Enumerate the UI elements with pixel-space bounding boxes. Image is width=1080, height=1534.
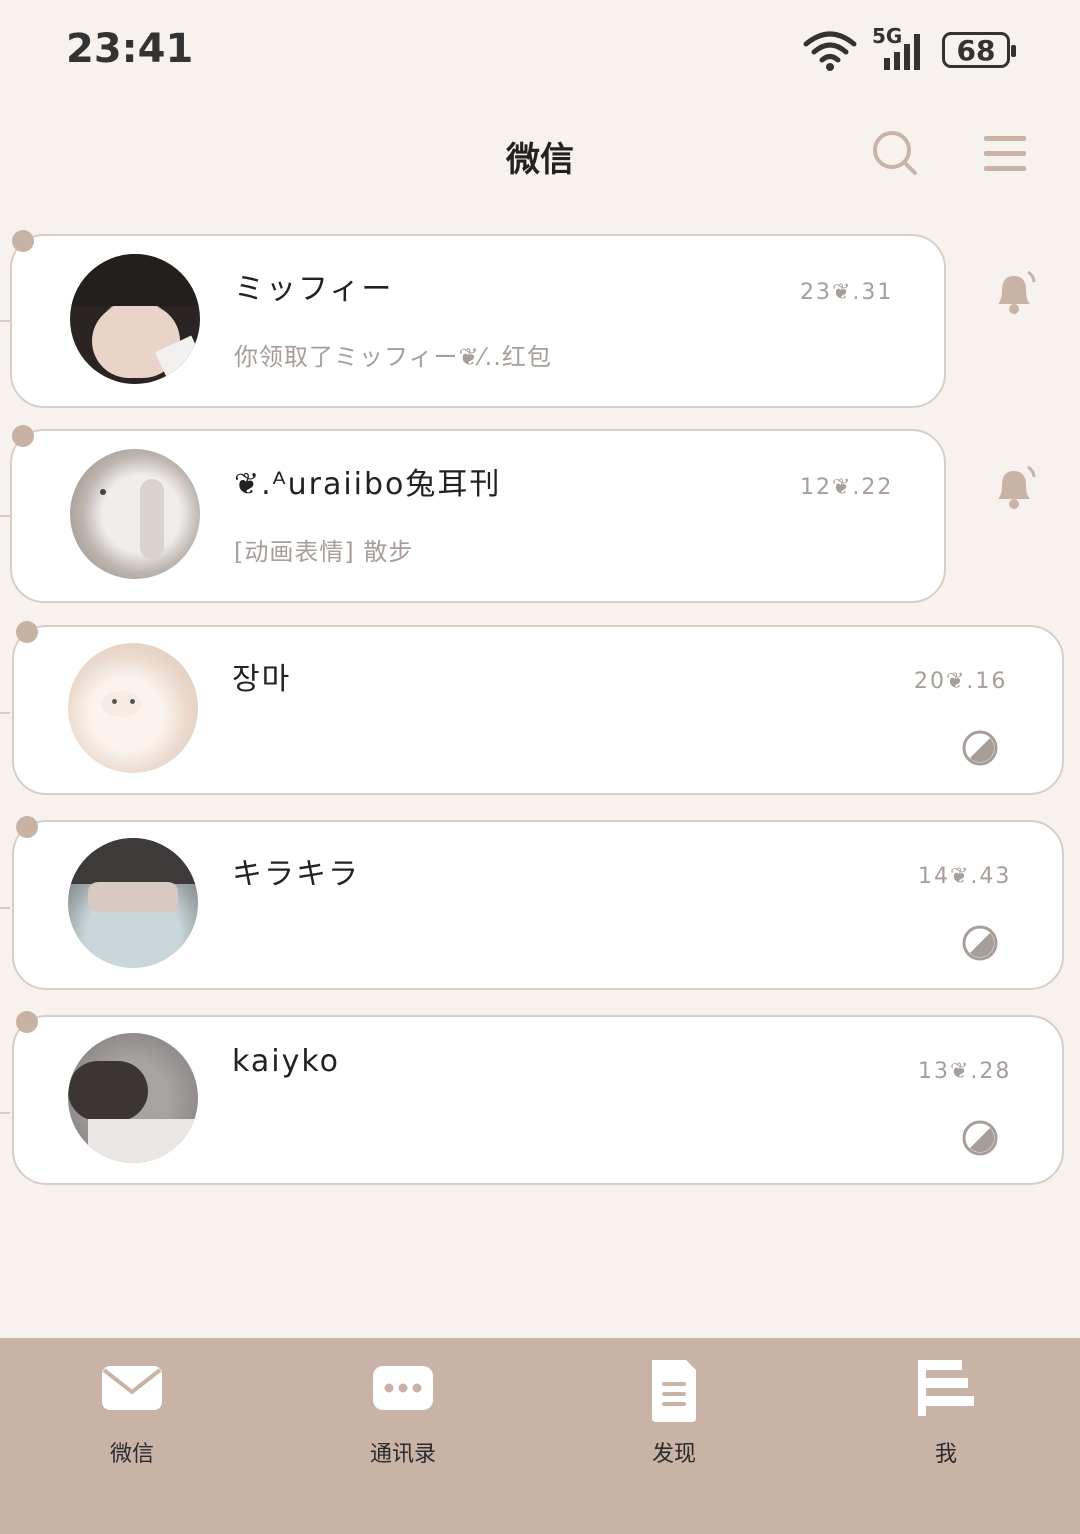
- chat-time: 23❦.31: [800, 280, 894, 305]
- connector-dot: [12, 230, 34, 252]
- bottom-nav: 微信 通讯录 发现 我: [0, 1338, 1080, 1534]
- read-receipt-icon: [962, 730, 998, 766]
- nav-item-discover[interactable]: 发现: [574, 1338, 774, 1534]
- nav-label: 微信: [109, 1442, 154, 1467]
- nav-item-contacts[interactable]: 通讯录: [303, 1338, 503, 1534]
- nav-label: 我: [934, 1442, 957, 1467]
- page-title: 微信: [506, 140, 574, 180]
- nav-item-me[interactable]: 我: [846, 1338, 1046, 1534]
- chat-time: 13❦.28: [918, 1059, 1012, 1084]
- chat-time: 14❦.43: [918, 864, 1012, 889]
- battery-level: 68: [956, 33, 996, 67]
- read-receipt-icon: [962, 1120, 998, 1156]
- nav-item-wechat[interactable]: 微信: [32, 1338, 232, 1534]
- menu-icon[interactable]: [984, 134, 1026, 174]
- chat-dots-icon: [373, 1366, 433, 1410]
- status-bar: 23:41 5G 68: [0, 0, 1080, 100]
- connector-dot: [16, 1011, 38, 1033]
- chat-last-message: 你领取了ミッフィー❦⁄..红包: [234, 343, 552, 371]
- avatar[interactable]: [70, 449, 200, 579]
- wifi-icon: [803, 31, 857, 71]
- read-receipt-icon: [962, 925, 998, 961]
- chat-name: 장마: [232, 662, 292, 697]
- connector-tick: [0, 712, 10, 714]
- connector-dot: [16, 816, 38, 838]
- document-icon: [652, 1360, 696, 1422]
- avatar[interactable]: [68, 1033, 198, 1163]
- signal-icon: 5G: [872, 24, 928, 72]
- connector-dot: [16, 621, 38, 643]
- flag-icon: [918, 1360, 974, 1416]
- connector-tick: [0, 1112, 10, 1114]
- chat-name: キラキラ: [232, 857, 360, 892]
- nav-label: 通讯录: [369, 1442, 436, 1467]
- connector-tick: [0, 320, 10, 322]
- chat-name: kaiyko: [232, 1044, 340, 1079]
- chat-name: ミッフィー: [234, 272, 394, 307]
- avatar[interactable]: [68, 838, 198, 968]
- bell-icon[interactable]: [992, 463, 1038, 511]
- connector-tick: [0, 515, 10, 517]
- status-time: 23:41: [66, 26, 194, 72]
- chat-name: ❦.ᴬuraiibo兔耳刊: [234, 467, 502, 502]
- connector-tick: [0, 907, 10, 909]
- avatar[interactable]: [70, 254, 200, 384]
- envelope-icon: [102, 1366, 162, 1410]
- connector-dot: [12, 425, 34, 447]
- battery-indicator: 68: [942, 32, 1016, 68]
- chat-last-message: [动画表情] 散步: [234, 538, 414, 566]
- bell-icon[interactable]: [992, 268, 1038, 316]
- status-icons: 5G 68: [802, 24, 1016, 72]
- avatar[interactable]: [68, 643, 198, 773]
- search-icon[interactable]: [872, 130, 918, 176]
- nav-label: 发现: [651, 1442, 696, 1467]
- chat-time: 12❦.22: [800, 475, 894, 500]
- chat-time: 20❦.16: [914, 669, 1008, 694]
